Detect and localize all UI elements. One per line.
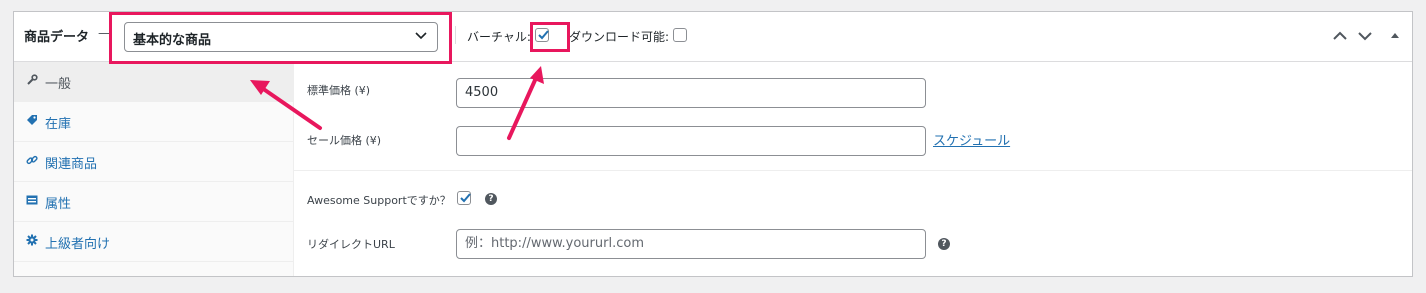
chevron-up-icon[interactable] (1332, 30, 1348, 42)
regular-price-value: 4500 (465, 85, 499, 100)
gear-icon (26, 234, 38, 246)
tab-advanced[interactable]: 上級者向け (14, 222, 293, 262)
tab-linked-products[interactable]: 関連商品 (14, 142, 293, 182)
tab-label-advanced: 上級者向け (45, 237, 111, 252)
downloadable-label: ダウンロード可能: (569, 30, 670, 44)
section-divider (294, 170, 1412, 171)
help-icon[interactable]: ? (485, 193, 497, 205)
tab-inventory[interactable]: 在庫 (14, 102, 293, 142)
chevron-down-icon[interactable] (1357, 30, 1373, 42)
general-tab-content: 標準価格 (¥) 4500 セール価格 (¥) スケジュール Awesome S… (294, 62, 1412, 276)
panel-title: 商品データ (24, 30, 90, 45)
redirect-url-input[interactable]: 例：http://www.yoururl.com (456, 229, 926, 259)
tab-attributes[interactable]: 属性 (14, 182, 293, 222)
table-icon (26, 195, 38, 205)
regular-price-label: 標準価格 (¥) (307, 84, 371, 97)
tag-icon (27, 115, 37, 125)
awesome-support-checkbox[interactable] (457, 191, 471, 205)
product-data-tabs: 一般 在庫 関連商品 属性 上級者向け (14, 62, 294, 276)
wrench-icon (27, 74, 38, 85)
redirect-url-placeholder: 例：http://www.yoururl.com (465, 236, 644, 251)
regular-price-input[interactable]: 4500 (456, 78, 926, 108)
tab-general[interactable]: 一般 (14, 62, 293, 102)
downloadable-checkbox[interactable] (673, 28, 687, 42)
tab-label-inventory: 在庫 (45, 117, 72, 132)
header-divider (455, 26, 456, 44)
select-highlight-box (109, 12, 452, 64)
triangle-up-icon[interactable] (1390, 30, 1400, 42)
sale-price-input[interactable] (456, 126, 926, 156)
check-icon (460, 193, 471, 203)
sale-price-label: セール価格 (¥) (307, 134, 382, 147)
link-icon (26, 155, 38, 165)
tab-label-linked-products: 関連商品 (45, 157, 98, 172)
awesome-support-label: Awesome Supportですか？ (307, 194, 451, 207)
virtual-label: バーチャル: (467, 30, 531, 44)
checkbox-highlight-box (530, 22, 570, 52)
tab-label-attributes: 属性 (45, 197, 72, 212)
schedule-link[interactable]: スケジュール (933, 130, 1010, 149)
tab-label-general: 一般 (45, 77, 72, 92)
redirect-url-label: リダイレクトURL (307, 238, 395, 251)
help-icon[interactable]: ? (938, 238, 950, 250)
